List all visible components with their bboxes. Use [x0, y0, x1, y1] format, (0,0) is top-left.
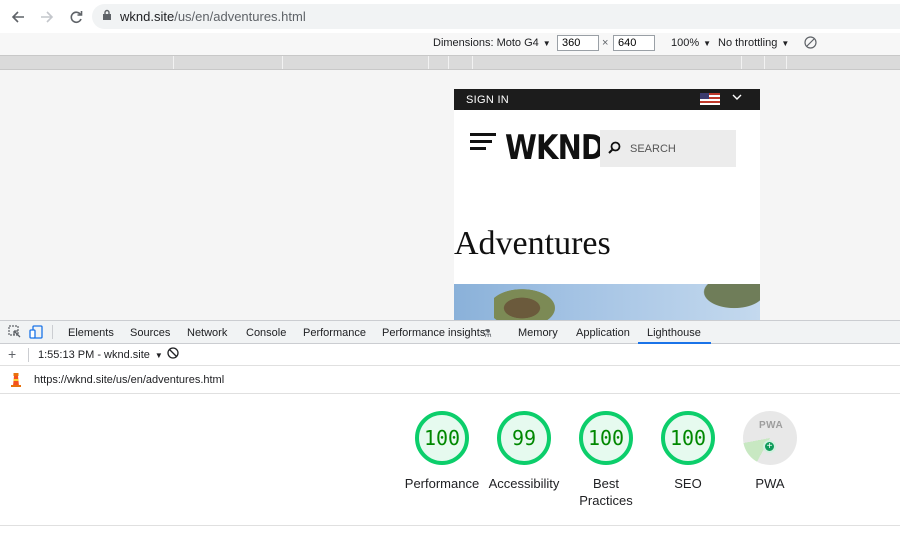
- hamburger-menu-icon[interactable]: [470, 133, 496, 154]
- back-arrow-icon[interactable]: [7, 6, 29, 28]
- forward-arrow-icon[interactable]: [36, 6, 58, 28]
- site-logo[interactable]: WKND: [505, 128, 605, 168]
- accessibility-label: Accessibility: [488, 476, 560, 491]
- chevron-down-icon[interactable]: [732, 92, 742, 104]
- report-url[interactable]: https://wknd.site/us/en/adventures.html: [34, 374, 224, 386]
- device-screen: SIGN IN WKND SEARCH Adventures: [454, 89, 760, 320]
- clear-reports-icon[interactable]: [167, 347, 179, 362]
- browser-toolbar: wknd.site/us/en/adventures.html: [0, 0, 900, 33]
- zoom-label: 100%: [671, 37, 700, 49]
- devtools-tabbar: Elements Sources Network Console Perform…: [0, 320, 900, 344]
- tab-lighthouse[interactable]: Lighthouse: [638, 321, 711, 344]
- site-search-input[interactable]: SEARCH: [600, 130, 736, 167]
- dimension-separator: ×: [602, 37, 609, 49]
- lighthouse-icon: [10, 372, 22, 387]
- address-bar[interactable]: wknd.site/us/en/adventures.html: [92, 4, 900, 29]
- pwa-badge-text: PWA: [759, 420, 784, 431]
- best-practices-score-gauge[interactable]: 100: [579, 411, 633, 465]
- device-width-input[interactable]: [557, 35, 599, 51]
- new-report-icon[interactable]: +: [8, 346, 16, 362]
- search-placeholder: SEARCH: [630, 142, 676, 155]
- seo-score-gauge[interactable]: 100: [661, 411, 715, 465]
- device-toolbar: Dimensions: Moto G4▼ × 100%▼ No throttli…: [0, 33, 900, 55]
- device-toolbar-toggle-icon[interactable]: [29, 325, 43, 342]
- emulated-viewport: SIGN IN WKND SEARCH Adventures: [0, 70, 900, 320]
- search-icon: [608, 141, 621, 157]
- tab-console[interactable]: Console: [246, 327, 286, 339]
- lock-icon: [102, 9, 112, 24]
- lighthouse-toolbar: + 1:55:13 PM - wknd.site ▼: [0, 344, 900, 366]
- accessibility-score-gauge[interactable]: 99: [497, 411, 551, 465]
- pwa-badge-gauge[interactable]: PWA +: [743, 411, 797, 465]
- tab-performance-insights[interactable]: Performance insights: [382, 327, 485, 339]
- reload-icon[interactable]: [65, 6, 87, 28]
- device-height-input[interactable]: [613, 35, 655, 51]
- tab-elements[interactable]: Elements: [68, 327, 114, 339]
- best-practices-label: Best Practices: [579, 476, 633, 508]
- throttling-label: No throttling: [718, 37, 778, 49]
- pwa-label: PWA: [755, 476, 785, 491]
- inspect-element-icon[interactable]: [8, 325, 21, 341]
- tab-memory[interactable]: Memory: [518, 327, 558, 339]
- zoom-dropdown[interactable]: 100% ▼: [671, 37, 711, 49]
- tab-performance[interactable]: Performance: [303, 327, 366, 339]
- rotate-icon[interactable]: [804, 36, 817, 52]
- caret-down-icon: ▼: [781, 39, 790, 48]
- caret-down-icon: ▼: [703, 39, 712, 48]
- site-topbar: SIGN IN: [454, 89, 760, 110]
- report-selector[interactable]: 1:55:13 PM - wknd.site ▼: [38, 349, 163, 361]
- flask-icon: ⚗: [482, 328, 492, 340]
- caret-down-icon: ▼: [154, 351, 163, 360]
- report-label: 1:55:13 PM - wknd.site: [38, 349, 150, 361]
- sign-in-link[interactable]: SIGN IN: [466, 94, 509, 106]
- lighthouse-scores: 100 Performance 99 Accessibility 100 Bes…: [0, 394, 900, 525]
- throttling-dropdown[interactable]: No throttling ▼: [718, 37, 789, 49]
- hero-image: [454, 284, 760, 320]
- page-title: Adventures: [454, 225, 611, 262]
- url-path: /us/en/adventures.html: [174, 9, 306, 24]
- device-dimensions-dropdown[interactable]: Dimensions: Moto G4 ▼: [433, 37, 551, 49]
- dimensions-label: Dimensions: Moto G4: [433, 37, 539, 49]
- tab-application[interactable]: Application: [576, 327, 630, 339]
- tab-network[interactable]: Network: [187, 327, 227, 339]
- url-host: wknd.site: [120, 9, 175, 24]
- us-flag-icon[interactable]: [700, 93, 720, 105]
- caret-down-icon: ▼: [542, 39, 551, 48]
- tab-sources[interactable]: Sources: [130, 327, 170, 339]
- media-query-ruler[interactable]: [0, 55, 900, 70]
- performance-score-gauge[interactable]: 100: [415, 411, 469, 465]
- report-url-row: https://wknd.site/us/en/adventures.html: [0, 366, 900, 394]
- plus-circle-icon: +: [763, 440, 776, 453]
